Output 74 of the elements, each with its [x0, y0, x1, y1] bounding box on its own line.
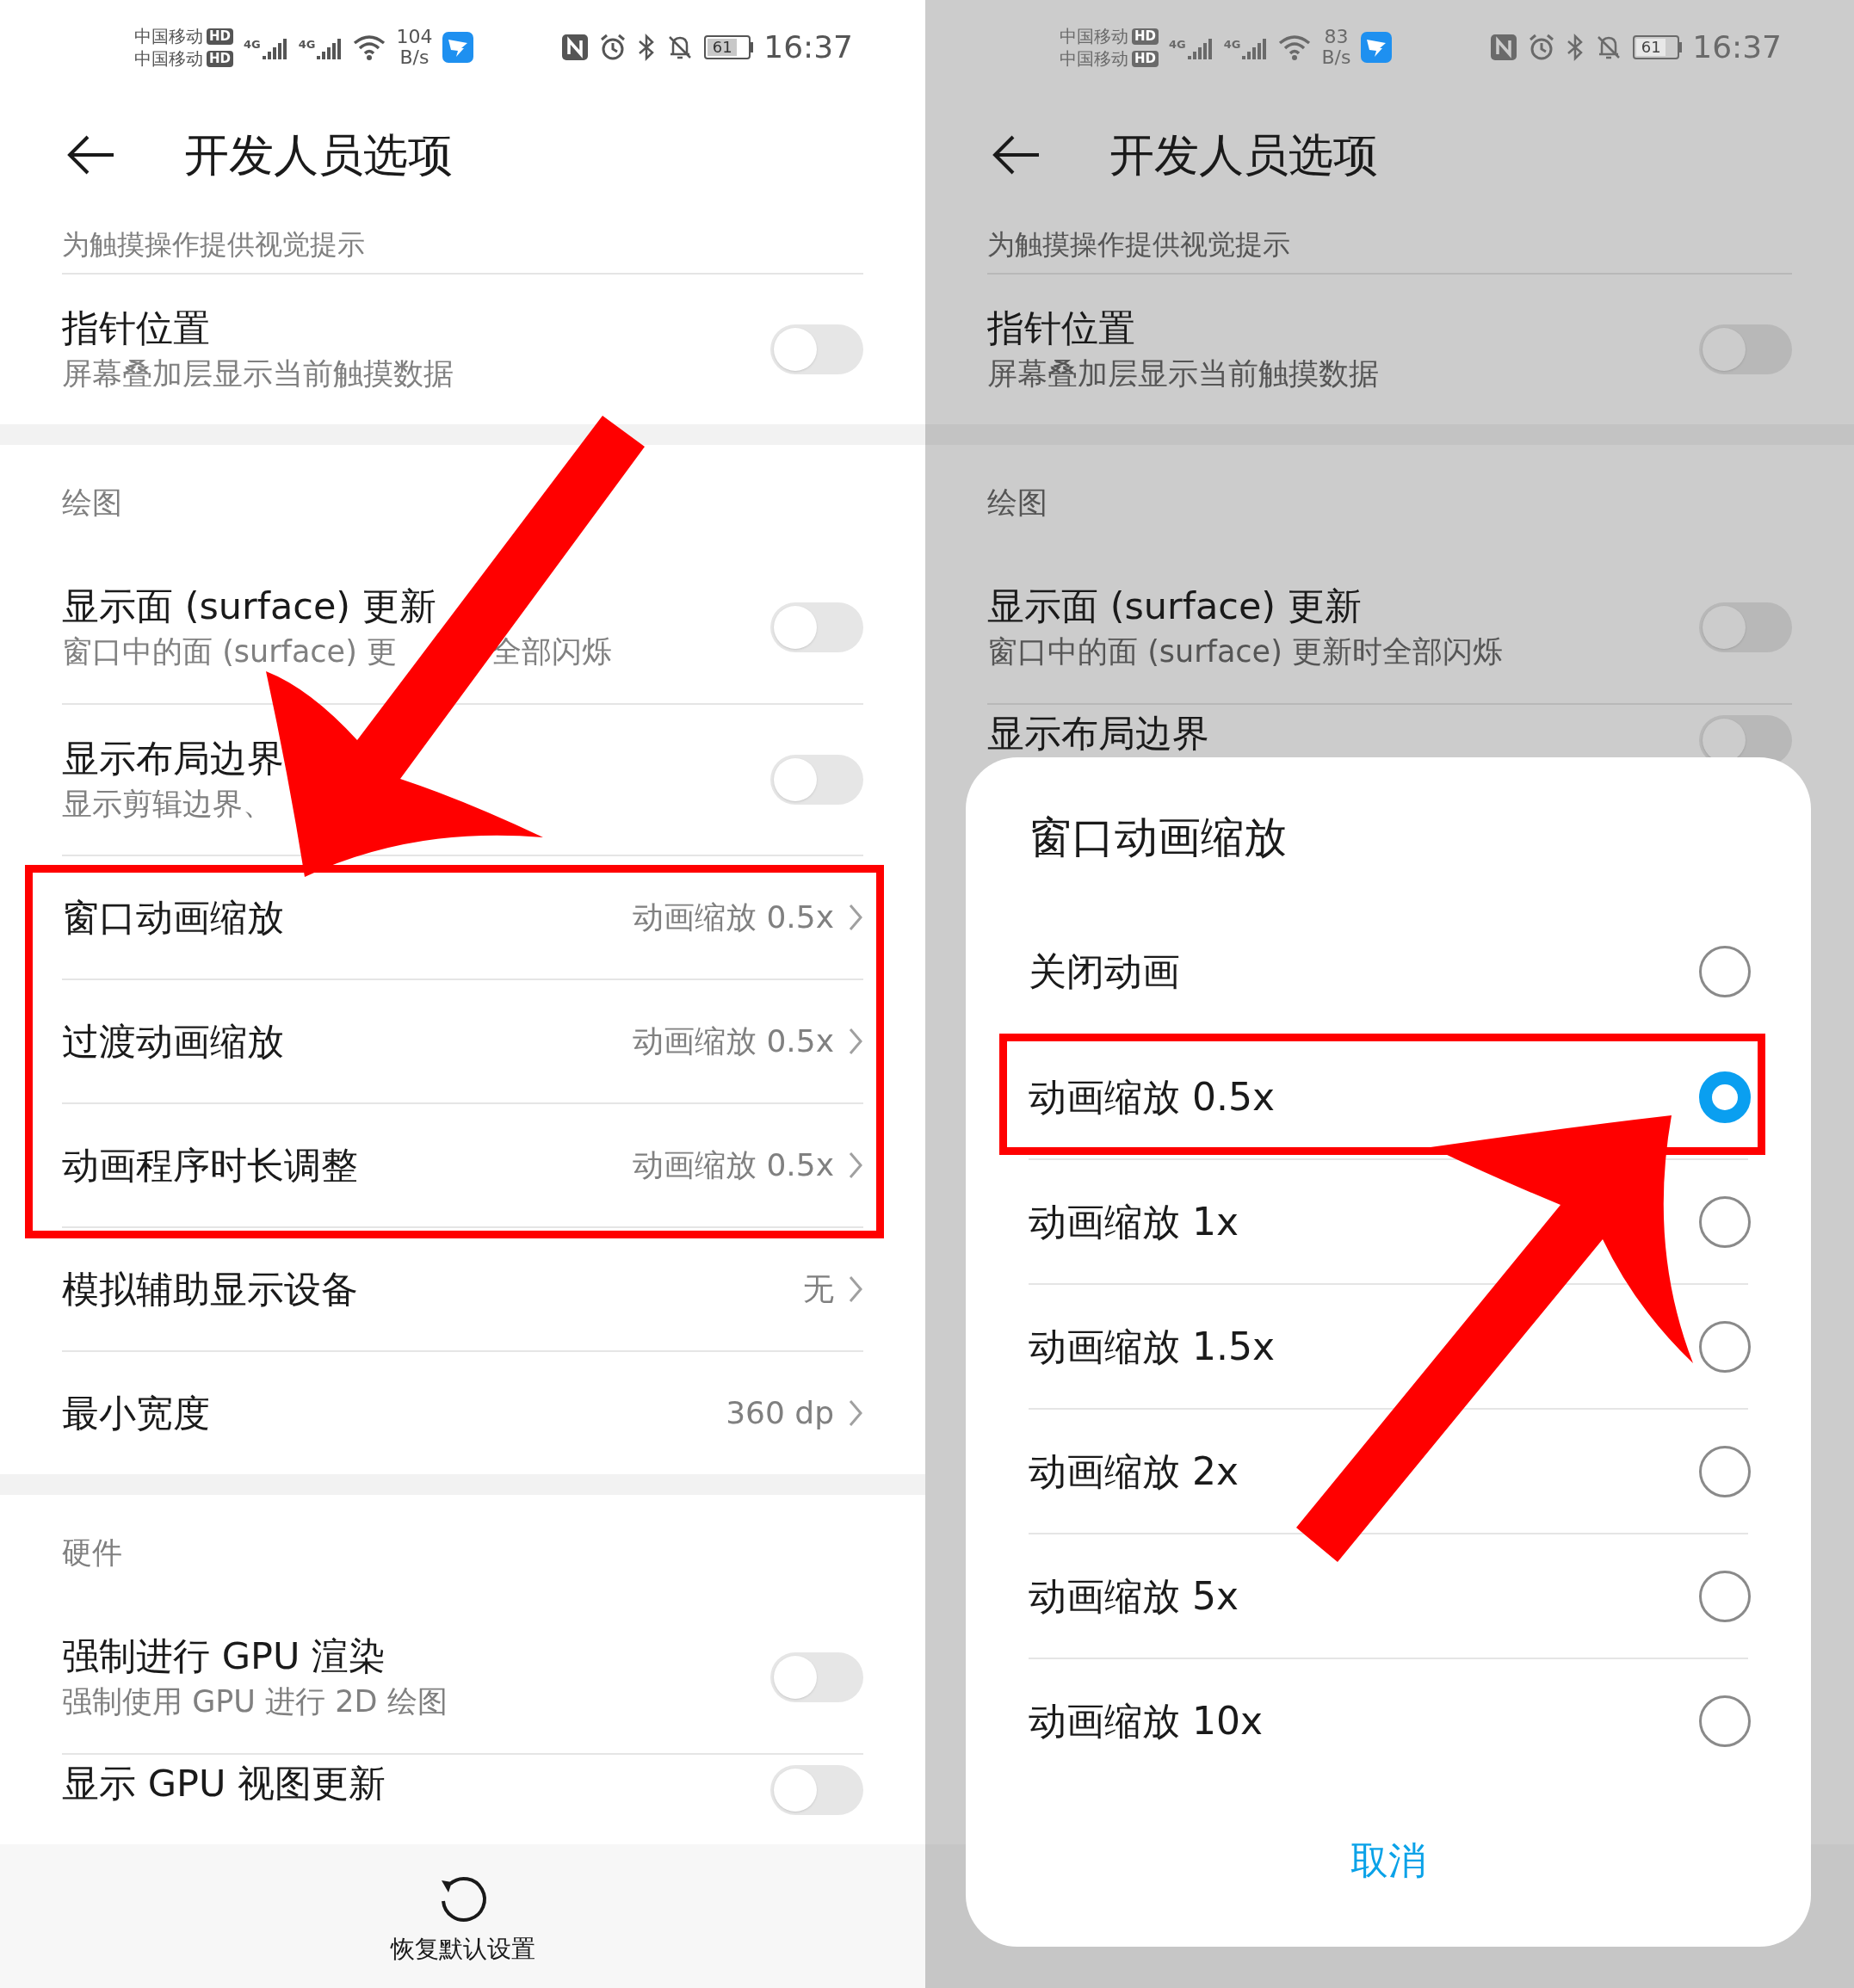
option-label[interactable]: 动画缩放 1x — [1029, 1202, 1239, 1241]
setting-title: 窗口动画缩放 — [62, 898, 284, 936]
setting-description: 窗口中的面 (surface) 更新时全部闪烁 — [987, 637, 1503, 667]
network-speed: 104 — [396, 27, 433, 47]
network-type: 4G — [1223, 39, 1241, 50]
setting-description: 屏幕叠加层显示当前触摸数据 — [62, 359, 454, 389]
chevron-right-icon — [848, 903, 863, 932]
reset-defaults-label[interactable]: 恢复默认设置 — [390, 1936, 535, 1961]
clock-time: 16:37 — [1692, 32, 1782, 63]
setting-description: 显示剪辑边界、 — [62, 789, 273, 819]
setting-title: 指针位置 — [987, 310, 1136, 347]
chevron-right-icon — [848, 1275, 863, 1304]
setting-description: 窗口中的面 (surface) 更 — [62, 637, 397, 667]
speed-unit: B/s — [399, 47, 430, 68]
clock-time: 16:37 — [763, 32, 853, 63]
option-label[interactable]: 动画缩放 2x — [1029, 1452, 1239, 1491]
setting-title: 模拟辅助显示设备 — [62, 1270, 358, 1308]
app-icon — [1361, 32, 1393, 63]
option-label[interactable]: 动画缩放 0.5x — [1029, 1077, 1275, 1116]
setting-value: 无 — [803, 1274, 834, 1305]
chevron-right-icon — [848, 1027, 863, 1056]
option-label[interactable]: 动画缩放 5x — [1029, 1577, 1239, 1615]
setting-description: 全部闪烁 — [491, 637, 612, 667]
section-header: 绘图 — [62, 487, 122, 518]
network-type: 4G — [244, 39, 261, 50]
setting-title: 强制进行 GPU 渲染 — [62, 1638, 387, 1675]
setting-value: 动画缩放 0.5x — [633, 1026, 834, 1057]
network-type: 4G — [1169, 39, 1186, 50]
setting-title: 显示布局边界 — [987, 715, 1209, 752]
chevron-right-icon — [848, 1151, 863, 1180]
setting-title: 动画程序时长调整 — [62, 1146, 358, 1184]
setting-title: 最小宽度 — [62, 1394, 210, 1432]
option-label[interactable]: 关闭动画 — [1029, 952, 1180, 991]
carrier-name: 中国移动 — [1060, 28, 1128, 45]
dialog-title: 窗口动画缩放 — [1029, 816, 1287, 859]
carrier-name: 中国移动 — [1060, 50, 1128, 67]
page-title: 开发人员选项 — [184, 133, 453, 177]
hd-badge: HD — [1132, 28, 1159, 45]
alarm-icon — [1528, 34, 1556, 61]
setting-title: 显示布局边界 — [62, 740, 284, 777]
carrier-name: 中国移动 — [134, 28, 203, 45]
option-label[interactable]: 动画缩放 10x — [1029, 1701, 1263, 1740]
hd-badge: HD — [207, 50, 233, 67]
setting-title: 指针位置 — [62, 310, 211, 347]
chevron-right-icon — [848, 1398, 863, 1428]
setting-description: 为触摸操作提供视觉提示 — [62, 230, 365, 258]
setting-title: 显示面 (surface) 更新 — [987, 588, 1363, 625]
setting-value: 动画缩放 0.5x — [633, 1150, 834, 1181]
nfc-icon — [1490, 34, 1518, 61]
section-header: 绘图 — [987, 487, 1048, 518]
wifi-icon — [353, 34, 386, 60]
setting-title: 过渡动画缩放 — [62, 1022, 284, 1060]
setting-title: 显示 GPU 视图更新 — [62, 1765, 386, 1802]
network-speed: 83 — [1324, 27, 1349, 47]
app-icon — [442, 32, 474, 63]
setting-value: 360 dp — [726, 1398, 834, 1429]
option-label[interactable]: 动画缩放 1.5x — [1029, 1327, 1275, 1366]
setting-description: 屏幕叠加层显示当前触摸数据 — [987, 359, 1379, 389]
alarm-icon — [599, 34, 627, 61]
page-title: 开发人员选项 — [1109, 133, 1378, 177]
hd-badge: HD — [1132, 50, 1159, 67]
setting-title: 显示面 (surface) 更新 — [62, 588, 437, 625]
wifi-icon — [1278, 34, 1312, 60]
speed-unit: B/s — [1321, 47, 1351, 68]
battery-percentage: 61 — [708, 39, 738, 56]
setting-value: 动画缩放 0.5x — [633, 902, 834, 933]
carrier-name: 中国移动 — [134, 50, 203, 67]
battery-percentage: 61 — [1636, 39, 1666, 56]
setting-description: 强制使用 GPU 进行 2D 绘图 — [62, 1687, 448, 1717]
network-type: 4G — [298, 39, 316, 50]
hd-badge: HD — [207, 28, 233, 45]
section-header: 硬件 — [62, 1537, 122, 1568]
setting-description: 为触摸操作提供视觉提示 — [987, 230, 1290, 258]
nfc-icon — [561, 34, 590, 61]
